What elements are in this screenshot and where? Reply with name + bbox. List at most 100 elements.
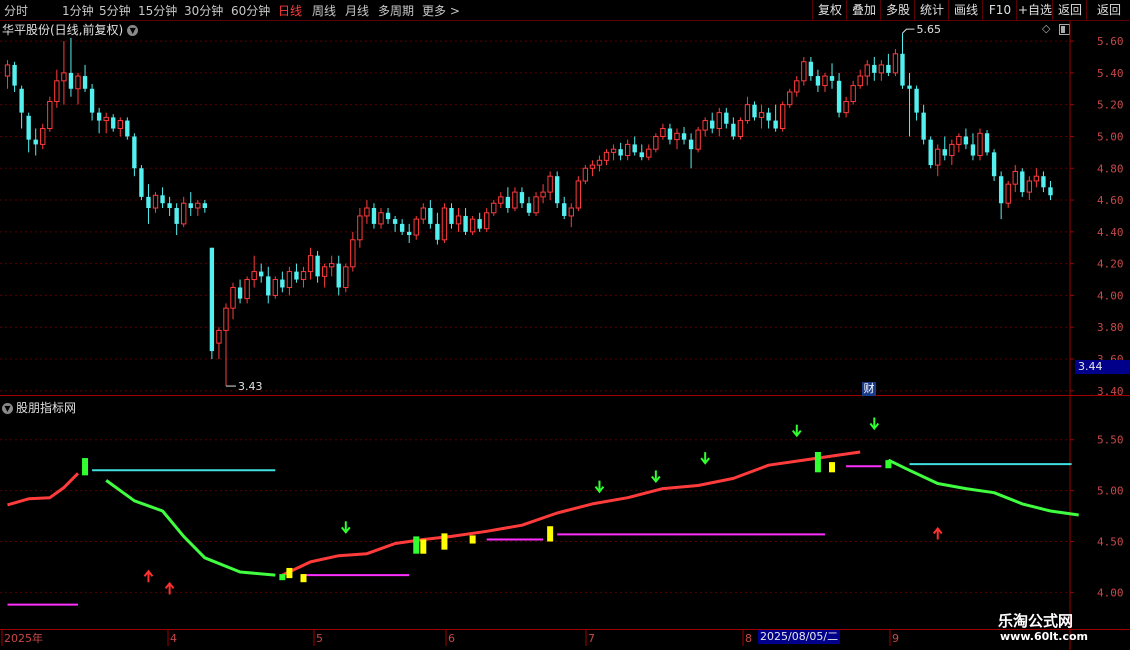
candle-body — [512, 191, 518, 209]
candle-body — [533, 196, 539, 214]
candle-body — [12, 64, 17, 86]
candle-body — [555, 176, 560, 204]
x-tick-label: 8 — [745, 632, 752, 645]
indicator-axis: 5.50 5.00 4.50 4.00 — [1070, 434, 1124, 599]
x-tick-label: 4 — [170, 632, 177, 645]
candle-body — [815, 76, 821, 86]
candle-body — [484, 212, 490, 230]
candle-body — [364, 207, 370, 217]
y-tick-label: 5.00 — [1097, 485, 1124, 498]
candle-body — [589, 164, 596, 169]
signal-block — [469, 535, 476, 544]
candle-body — [160, 195, 165, 204]
candle-body — [773, 120, 778, 129]
signal-block — [413, 536, 420, 554]
candle-body — [174, 208, 179, 224]
up-arrow-icon — [932, 526, 943, 540]
candle-body — [61, 72, 67, 82]
candle-body — [378, 212, 384, 225]
candle-body — [822, 75, 828, 87]
candle-body — [392, 219, 398, 224]
watermark-title: 乐淘公式网 — [998, 612, 1074, 630]
y-tick-label: 5.40 — [1097, 67, 1124, 80]
candle-body — [1026, 180, 1033, 193]
candle-body — [469, 218, 476, 233]
candle-body — [526, 203, 532, 213]
candle-body — [744, 104, 751, 122]
candle-body — [286, 271, 293, 288]
finance-badge[interactable]: 财 — [862, 382, 876, 396]
candle-body — [259, 271, 264, 277]
candle-body — [505, 196, 511, 208]
candle-body — [455, 215, 462, 225]
candle-body — [752, 104, 757, 118]
grid-lines — [0, 21, 1130, 650]
kline-chart[interactable]: 5.60 5.40 5.20 5.00 4.80 4.60 4.40 4.20 4.00 3.80… — [0, 0, 1130, 650]
y-tick-label: 5.50 — [1097, 434, 1124, 447]
candle-body — [624, 143, 631, 157]
candle-body — [111, 117, 116, 129]
candle-body — [188, 203, 193, 208]
signal-block — [286, 567, 293, 579]
candle-body — [660, 128, 666, 137]
candle-body — [872, 64, 877, 73]
candle-body — [350, 239, 356, 268]
candle-body — [892, 53, 899, 74]
candle-body — [272, 279, 278, 296]
candle-body — [618, 149, 623, 156]
indicator-line — [887, 458, 1079, 517]
high-leader-line — [902, 28, 915, 34]
indicator-series — [7, 417, 1079, 606]
candle-body — [610, 148, 617, 153]
candle-body — [167, 203, 172, 208]
x-tick-label: 7 — [588, 632, 595, 645]
candle-body — [117, 120, 123, 130]
candle-body — [688, 139, 694, 150]
candle-body — [209, 247, 215, 352]
indicator-line — [7, 472, 80, 507]
candle-body — [132, 136, 137, 169]
candle-body — [963, 136, 969, 145]
candle-body — [949, 143, 955, 157]
y-tick-label: 4.40 — [1097, 226, 1124, 239]
candle-body — [40, 128, 46, 145]
signal-block — [279, 574, 286, 581]
candle-body — [357, 215, 363, 241]
candle-body — [780, 104, 786, 130]
candle-body — [96, 112, 102, 121]
candle-body — [808, 61, 814, 77]
signal-block — [441, 533, 448, 550]
signal-block — [814, 451, 821, 473]
chevron-down-icon[interactable]: ▼ — [2, 403, 13, 414]
candlestick-series — [4, 33, 1053, 387]
signal-block — [300, 574, 307, 583]
candle-body — [1033, 175, 1040, 182]
candle-body — [441, 207, 448, 241]
candle-body — [407, 231, 412, 236]
candle-body — [413, 218, 419, 236]
y-tick-label: 3.40 — [1097, 385, 1124, 398]
candle-body — [251, 271, 257, 281]
candle-body — [695, 129, 701, 150]
candle-body — [1020, 171, 1025, 193]
candle-body — [787, 91, 793, 106]
candle-body — [710, 120, 715, 129]
candle-body — [75, 75, 81, 90]
candle-body — [89, 88, 95, 113]
x-tick-label: 5 — [316, 632, 323, 645]
candle-body — [216, 329, 222, 344]
candle-body — [667, 128, 673, 140]
candle-body — [702, 120, 708, 131]
candle-body — [33, 139, 38, 145]
candle-body — [907, 85, 912, 89]
candle-body — [998, 176, 1004, 204]
candle-body — [519, 192, 525, 204]
x-tick-label: 9 — [892, 632, 899, 645]
candle-body — [716, 112, 722, 130]
candle-body — [195, 202, 201, 209]
candle-body — [315, 255, 320, 277]
indicator-title-text: 股朋指标网 — [16, 401, 77, 415]
candle-body — [181, 202, 187, 225]
candle-body — [646, 148, 652, 158]
candle-body — [724, 112, 729, 124]
